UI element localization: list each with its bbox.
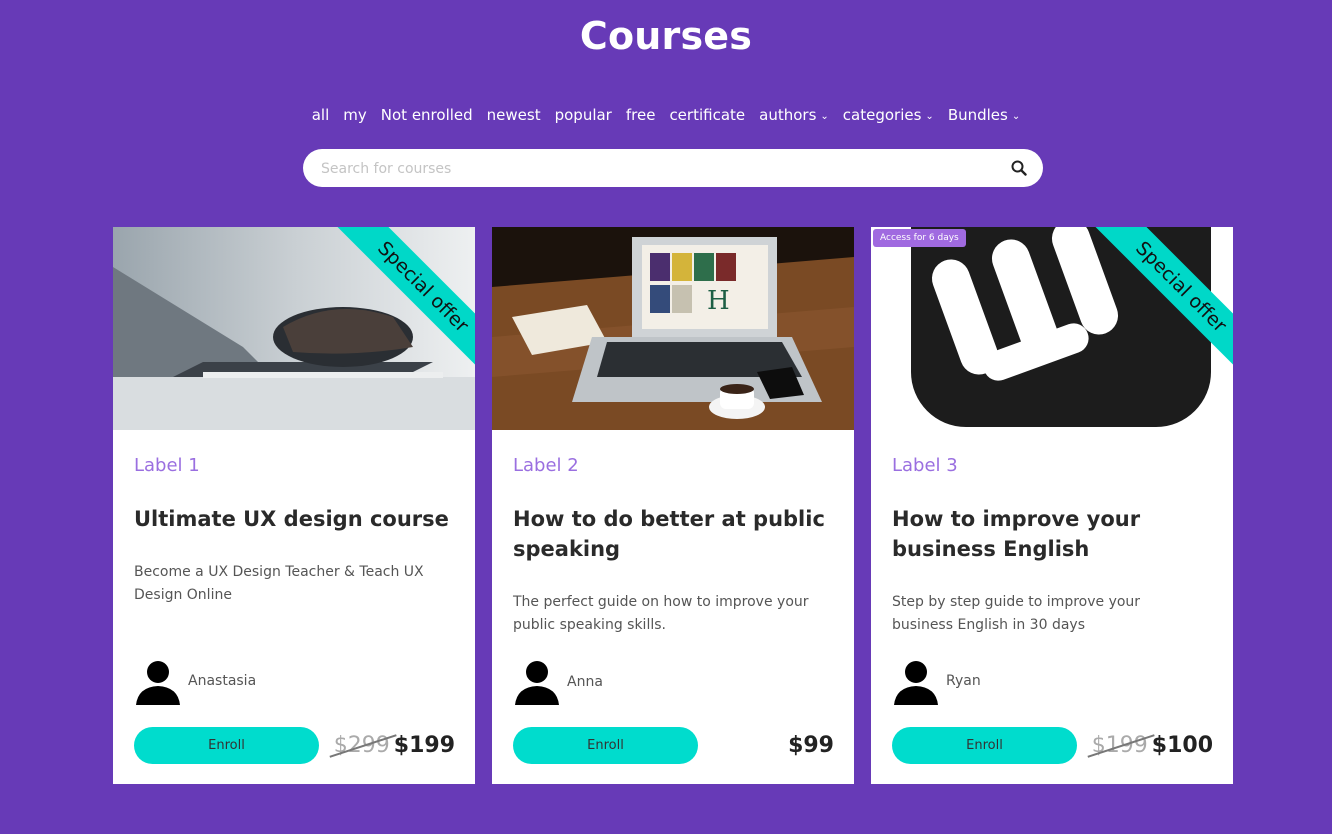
author-name[interactable]: Ryan [946, 673, 981, 689]
filter-all[interactable]: all [312, 106, 330, 124]
course-title[interactable]: How to improve your business English [892, 504, 1217, 564]
price: $299 $199 [334, 733, 455, 758]
course-card[interactable]: Access for 6 days Special offer Label 3 … [871, 227, 1233, 784]
course-label: Label 3 [892, 455, 958, 476]
filter-categories-dropdown[interactable]: categories ⌄ [843, 106, 934, 124]
filter-bar: all my Not enrolled newest popular free … [0, 106, 1332, 124]
filter-certificate[interactable]: certificate [669, 106, 745, 124]
avatar-icon [894, 661, 938, 705]
special-offer-ribbon: Special offer [1083, 227, 1233, 377]
avatar-icon [136, 661, 180, 705]
search-icon[interactable] [1011, 160, 1027, 176]
access-badge: Access for 6 days [873, 229, 966, 247]
search-input[interactable] [319, 149, 1003, 189]
price: $199 $100 [1092, 733, 1213, 758]
chevron-down-icon: ⌄ [820, 110, 829, 122]
enroll-button[interactable]: Enroll [513, 727, 698, 764]
current-price: $199 [393, 733, 455, 758]
filter-not-enrolled[interactable]: Not enrolled [381, 106, 473, 124]
special-offer-ribbon: Special offer [325, 227, 475, 377]
avatar-icon [515, 661, 559, 705]
current-price: $99 [788, 733, 834, 758]
enroll-button[interactable]: Enroll [892, 727, 1077, 764]
filter-my[interactable]: my [343, 106, 367, 124]
enroll-button[interactable]: Enroll [134, 727, 319, 764]
filter-newest[interactable]: newest [487, 106, 541, 124]
svg-text:H: H [707, 286, 730, 316]
course-description: Step by step guide to improve your busin… [892, 594, 1141, 633]
filter-free[interactable]: free [626, 106, 656, 124]
chevron-down-icon: ⌄ [1011, 110, 1021, 122]
filter-popular[interactable]: popular [555, 106, 612, 124]
old-price: $299 [333, 733, 390, 758]
course-description: The perfect guide on how to improve your… [513, 594, 809, 633]
price: $99 [788, 733, 834, 758]
current-price: $100 [1151, 733, 1213, 758]
course-title[interactable]: How to do better at public speaking [513, 504, 838, 564]
old-price: $199 [1091, 733, 1148, 758]
search-box [303, 149, 1043, 189]
author-name[interactable]: Anna [567, 674, 603, 690]
course-image[interactable]: H [492, 227, 854, 430]
course-description: Become a UX Design Teacher & Teach UX De… [134, 564, 424, 603]
filter-authors-dropdown[interactable]: authors ⌄ [759, 106, 829, 124]
chevron-down-icon: ⌄ [925, 110, 934, 122]
page-title: Courses [579, 14, 753, 58]
author-name[interactable]: Anastasia [188, 673, 256, 689]
course-card[interactable]: Special offer Label 1 Ultimate UX design… [113, 227, 475, 784]
course-label: Label 2 [513, 455, 579, 476]
course-label: Label 1 [134, 455, 200, 476]
course-card[interactable]: H Label 2 How to do better at public spe… [492, 227, 854, 784]
filter-bundles-dropdown[interactable]: Bundles ⌄ [948, 106, 1020, 124]
course-title[interactable]: Ultimate UX design course [134, 504, 459, 534]
